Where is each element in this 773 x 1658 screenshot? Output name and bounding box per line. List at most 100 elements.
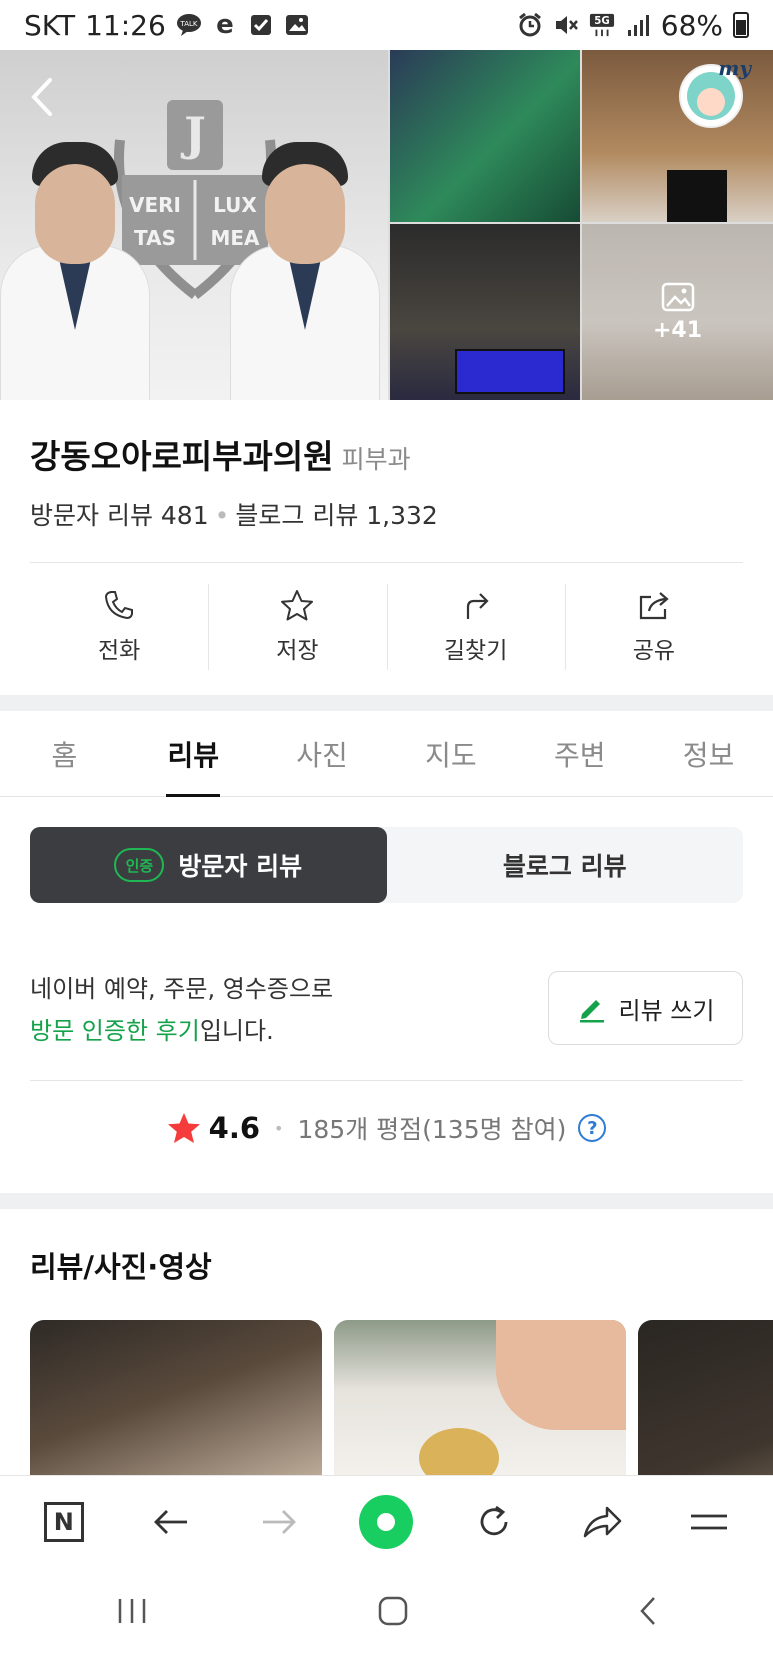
section-gap [0,695,773,711]
tab-map[interactable]: 지도 [386,712,515,796]
save-button[interactable]: 저장 [208,582,386,672]
directions-button[interactable]: 길찾기 [386,582,565,672]
visitor-review-count[interactable]: 방문자 리뷰 481 [30,501,209,530]
tab-info[interactable]: 정보 [644,712,773,796]
main-photo[interactable]: J VERI LUX TAS MEA [0,50,388,400]
forward-arrow-icon[interactable] [249,1492,309,1552]
back-icon[interactable] [636,1595,660,1631]
divider [30,562,743,563]
back-arrow-icon[interactable] [141,1492,201,1552]
talk-icon: TALK [176,12,202,38]
naver-n-icon[interactable]: N [34,1492,94,1552]
svg-text:TALK: TALK [179,20,197,28]
review-counts: 방문자 리뷰 481 • 블로그 리뷰 1,332 [30,501,438,530]
visitor-review-toggle[interactable]: 인증 방문자 리뷰 [30,827,387,903]
call-button[interactable]: 전화 [30,582,208,672]
visitor-review-label: 방문자 리뷰 [178,852,303,881]
battery-icon [733,12,749,38]
alarm-icon [517,12,543,38]
hand-shape [496,1320,626,1430]
recents-icon[interactable] [114,1596,150,1630]
carrier-label: SKT [24,8,76,42]
more-photos-overlay[interactable]: +41 [582,224,773,400]
rating-score: 4.6 [208,1111,261,1145]
clock: 11:26 [85,8,166,42]
call-label: 전화 [97,638,141,664]
podium-shape [667,170,727,222]
rating-count: 185개 평점(135명 참여) [297,1115,567,1144]
write-review-label: 리뷰 쓰기 [618,996,715,1025]
save-label: 저장 [276,638,319,664]
blog-review-toggle[interactable]: 블로그 리뷰 [387,827,744,903]
photo-gallery[interactable]: J VERI LUX TAS MEA +41 my [0,50,773,400]
notice-line-2: 방문 인증한 후기입니다. [30,1010,490,1052]
status-right: 5G 68% [517,9,749,42]
review-type-toggle: 인증 방문자 리뷰 블로그 리뷰 [30,827,743,903]
e-icon: e [212,12,238,38]
status-left: SKT 11:26 TALK e [24,9,310,42]
svg-text:5G: 5G [594,16,609,27]
gallery-icon [284,12,310,38]
place-name: 강동오아로피부과의원 [30,437,334,476]
blog-review-count[interactable]: 블로그 리뷰 1,332 [235,501,437,530]
verification-notice: 네이버 예약, 주문, 영수증으로 방문 인증한 후기입니다. [30,968,490,1052]
review-photo-3[interactable] [638,1320,773,1475]
place-tabs: 홈 리뷰 사진 지도 주변 정보 [0,712,773,797]
red-star-icon [167,1113,200,1143]
phone-icon [105,591,134,620]
tab-review[interactable]: 리뷰 [129,712,258,797]
share-arrow-icon[interactable] [572,1492,632,1552]
5g-icon: 5G [589,12,615,38]
section-title: 리뷰/사진·영상 [30,1250,212,1284]
battery-percent: 68% [660,8,723,42]
doctor-photo-left [0,142,150,400]
more-photos-count: +41 [652,317,703,343]
my-badge-text: my [718,56,751,80]
directions-icon [466,593,489,619]
directions-label: 길찾기 [443,638,508,664]
share-button[interactable]: 공유 [564,582,743,672]
tab-nearby[interactable]: 주변 [515,712,644,796]
notice-line-1: 네이버 예약, 주문, 영수증으로 [30,975,334,1003]
notice-highlight: 방문 인증한 후기 [30,1017,200,1045]
photo-tile-procedure[interactable] [390,50,580,222]
pencil-icon [579,1000,604,1023]
specimen-shape [419,1428,499,1475]
status-bar: SKT 11:26 TALK e 5G 68% [0,0,773,50]
tab-home[interactable]: 홈 [0,712,129,796]
write-review-button[interactable]: 리뷰 쓰기 [548,971,743,1045]
place-category: 피부과 [341,445,411,474]
help-icon[interactable]: ? [578,1114,607,1142]
home-icon[interactable] [377,1595,409,1631]
refresh-icon[interactable] [464,1492,524,1552]
review-media-carousel[interactable] [30,1320,773,1475]
star-icon [281,590,314,621]
divider [30,1080,743,1081]
share-icon [639,592,669,620]
back-chevron-icon[interactable] [22,72,62,122]
photo-tile-more[interactable]: +41 [582,224,773,400]
rating-summary: 4.6 • 185개 평점(135명 참여) ? [0,1110,773,1146]
section-gap [0,1193,773,1209]
notice-suffix: 입니다. [199,1017,274,1045]
verified-badge-icon: 인증 [114,848,165,882]
menu-icon[interactable] [679,1492,739,1552]
place-title: 강동오아로피부과의원 피부과 [30,430,411,478]
doctor-photo-right [230,142,380,400]
tab-photo[interactable]: 사진 [258,712,387,796]
share-label: 공유 [632,638,676,664]
signal-icon [625,12,651,38]
review-photo-2[interactable] [334,1320,626,1475]
review-photo-1[interactable] [30,1320,322,1475]
photo-tile-seminar[interactable] [390,224,580,400]
svg-text:J: J [180,107,206,161]
checkbox-icon [248,12,274,38]
presentation-screen [455,349,565,394]
browser-toolbar: N [0,1475,773,1567]
green-dot-home-icon[interactable] [356,1492,416,1552]
image-icon [661,282,694,311]
action-bar: 전화 저장 길찾기 공유 [30,582,743,672]
mute-icon [553,12,579,38]
system-navigation-bar [0,1567,773,1658]
svg-text:e: e [216,12,234,38]
